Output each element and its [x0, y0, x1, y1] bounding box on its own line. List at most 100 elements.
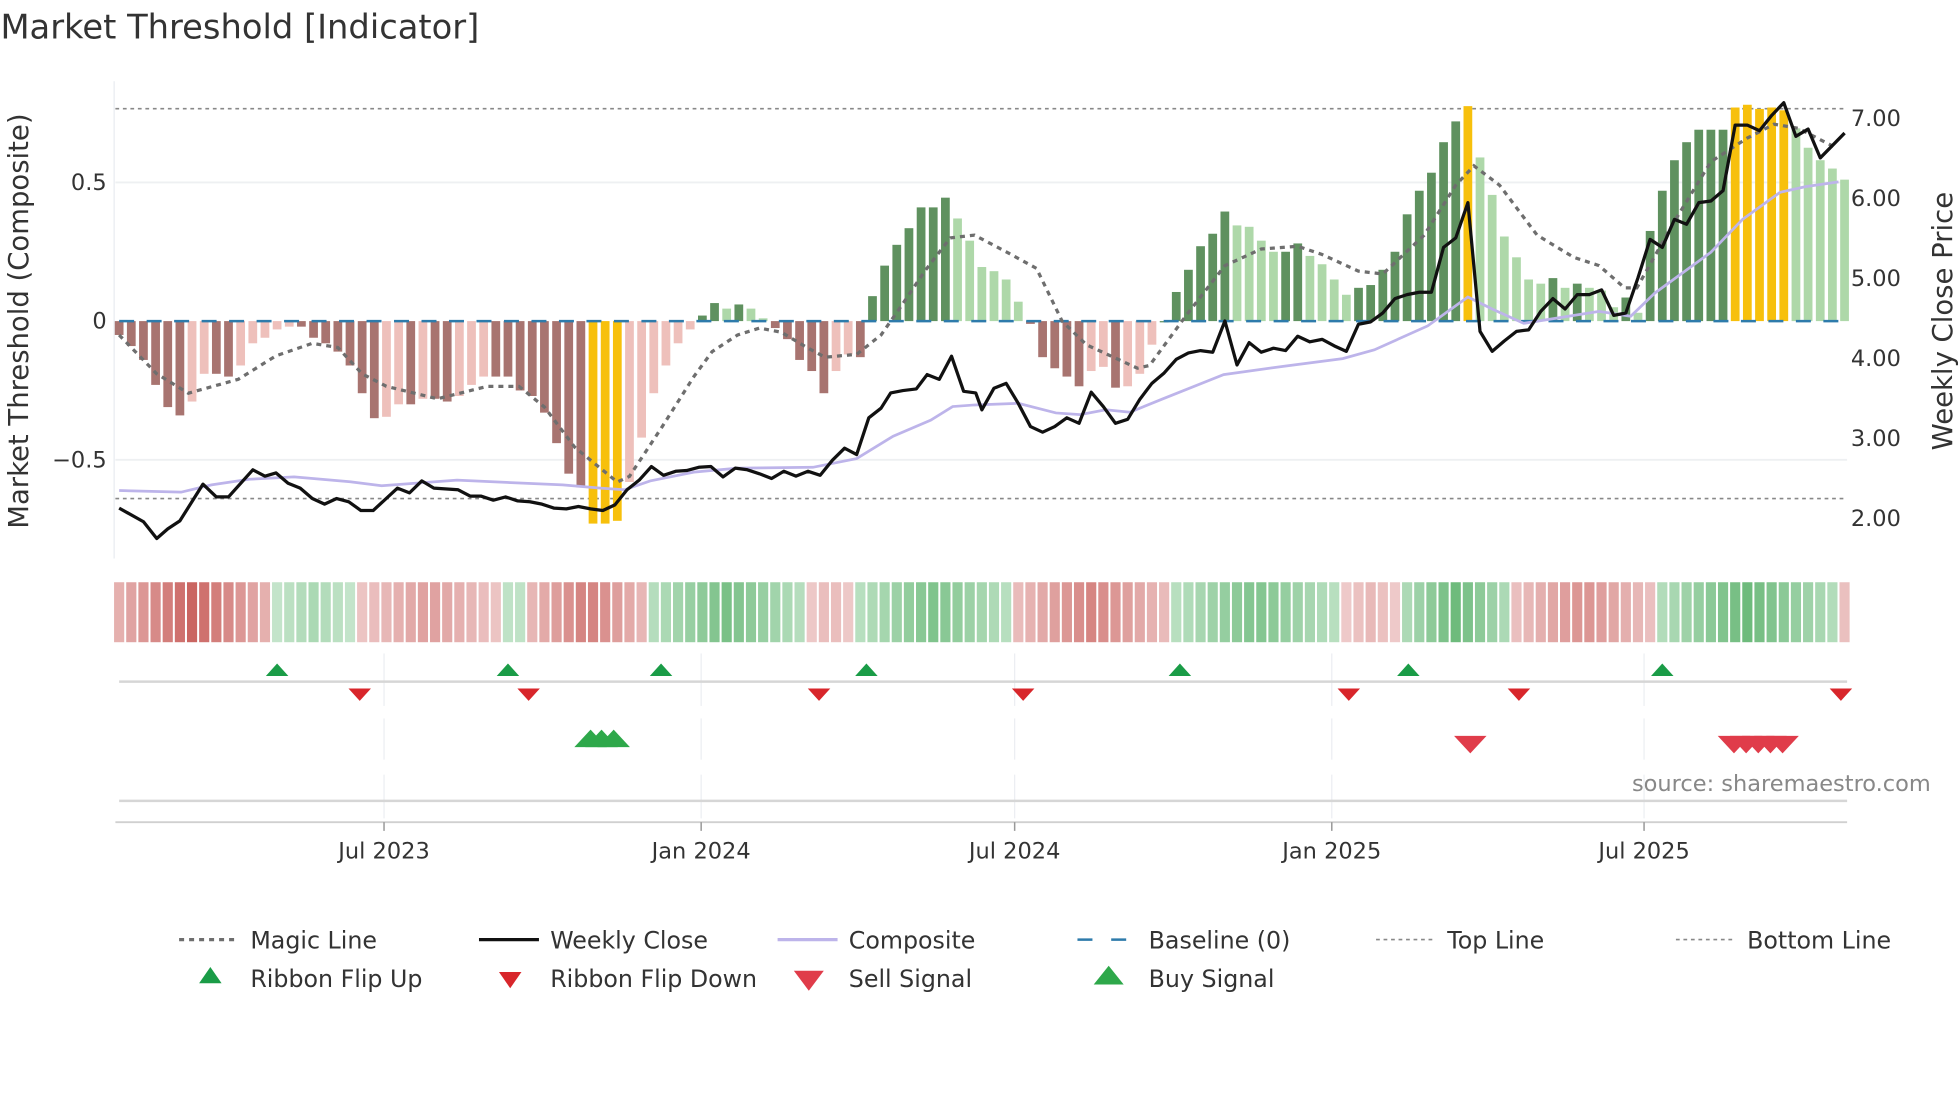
right-tick-label: 3.00: [1851, 426, 1901, 452]
ribbon-cell: [186, 582, 198, 643]
legend-item-top: Top Line: [1376, 926, 1544, 954]
left-tick-label: 0: [92, 309, 106, 335]
ribbon-flip-down-marker: [348, 688, 371, 701]
composite-bar: [1013, 301, 1023, 322]
composite-bar: [770, 321, 780, 329]
composite-bar: [1366, 285, 1376, 322]
ribbon-cell: [381, 582, 392, 643]
composite-bar: [1341, 294, 1351, 322]
composite-bar: [673, 321, 683, 344]
composite-bar: [1074, 321, 1084, 387]
ribbon-cell: [1292, 582, 1303, 643]
ribbon-cell: [782, 582, 793, 643]
ribbon-cell: [1110, 582, 1121, 643]
ribbon-cell: [1207, 582, 1218, 643]
composite-bar: [819, 321, 829, 394]
composite-bar: [345, 321, 355, 366]
ribbon-cell: [806, 582, 817, 643]
ribbon-cell: [320, 582, 331, 643]
composite-bar: [685, 321, 695, 330]
ribbon-cell: [1596, 582, 1607, 643]
legend-label: Sell Signal: [849, 965, 972, 993]
ribbon-cell: [770, 582, 781, 643]
ribbon-cell: [369, 582, 380, 643]
composite-bar: [746, 308, 756, 322]
composite-bar: [1414, 190, 1424, 322]
composite-bar: [625, 321, 634, 482]
composite-bar: [880, 265, 890, 322]
ribbon-cell: [1778, 582, 1789, 643]
legend-label: Magic Line: [250, 926, 377, 954]
right-tick-label: 6.00: [1851, 186, 1901, 212]
composite-bar: [1755, 108, 1764, 322]
composite-bar: [454, 321, 464, 396]
ribbon-cell: [1426, 582, 1437, 643]
ribbon-cell: [1414, 582, 1425, 643]
composite-bar: [1329, 279, 1339, 322]
ribbon-cell: [478, 582, 489, 643]
composite-bar: [199, 321, 209, 374]
ribbon-cell: [1511, 582, 1522, 643]
ribbon-cell: [1815, 582, 1826, 643]
legend-label: Composite: [849, 926, 976, 954]
ribbon-flip-down-marker: [1507, 688, 1531, 701]
composite-bar: [163, 321, 173, 408]
ribbon-cell: [1803, 582, 1814, 643]
ribbon-cell: [1657, 582, 1668, 643]
ribbon-cell: [1645, 582, 1656, 643]
ribbon-cell: [114, 582, 125, 643]
ribbon-cell: [515, 582, 526, 643]
composite-bar: [321, 321, 331, 344]
composite-bar: [734, 304, 744, 322]
ribbon-cell: [393, 582, 404, 643]
ribbon-cell: [539, 582, 550, 643]
ribbon-cell: [442, 582, 453, 643]
legend: Magic Line Weekly Close Composite Baseline …: [179, 926, 1891, 993]
ribbon-cell: [1219, 582, 1230, 643]
ribbon-cell: [1086, 582, 1097, 643]
ribbon-cell: [259, 582, 271, 643]
right-tick-label: 7.00: [1851, 106, 1901, 132]
ribbon-cell: [357, 582, 368, 643]
composite-bar: [1305, 255, 1315, 322]
ribbon-cell: [308, 582, 319, 643]
ribbon-cell: [1669, 582, 1680, 643]
ribbon-cell: [1839, 582, 1850, 643]
legend-swatch-flipdown: [498, 972, 522, 989]
ribbon-cell: [636, 582, 647, 643]
composite-bar: [1451, 121, 1461, 322]
composite-bar: [1499, 236, 1509, 322]
composite-bar: [1657, 190, 1667, 322]
ribbon-flip-down-marker: [1337, 688, 1361, 701]
market-threshold-chart: Market Threshold [Indicator] Market Thre…: [0, 8, 1959, 993]
composite-bar: [941, 197, 950, 322]
ribbon-cell: [1790, 582, 1802, 643]
right-tick-label: 5.00: [1851, 266, 1901, 292]
ribbon-cell: [174, 582, 185, 643]
ribbon-cell: [1438, 582, 1449, 643]
composite-bar: [916, 207, 926, 322]
ribbon-cell: [1256, 582, 1267, 643]
ribbon-cell: [964, 582, 975, 643]
ribbon-cell: [1499, 582, 1510, 643]
ribbon-cell: [1159, 582, 1170, 643]
legend-label: Buy Signal: [1149, 965, 1275, 993]
ribbon-cell: [1523, 582, 1534, 643]
left-tick-label: 0.5: [71, 170, 107, 196]
composite-bar: [515, 321, 525, 391]
ribbon-cell: [1329, 582, 1340, 643]
ribbon-cell: [1316, 582, 1328, 643]
ribbon-cell: [466, 582, 477, 643]
source-label: source: sharemaestro.com: [1632, 771, 1931, 797]
ribbon-cell: [903, 582, 915, 643]
composite-bar: [382, 321, 391, 417]
composite-bar: [807, 321, 817, 372]
ribbon-cell: [1341, 582, 1352, 643]
composite-bar: [1062, 321, 1072, 377]
ribbon-cell: [733, 582, 744, 643]
ribbon-cell: [405, 582, 416, 643]
ribbon-cell: [1450, 582, 1461, 643]
composite-bar: [1293, 243, 1303, 322]
ribbon-cell: [1001, 582, 1012, 643]
composite-bar: [868, 296, 877, 322]
